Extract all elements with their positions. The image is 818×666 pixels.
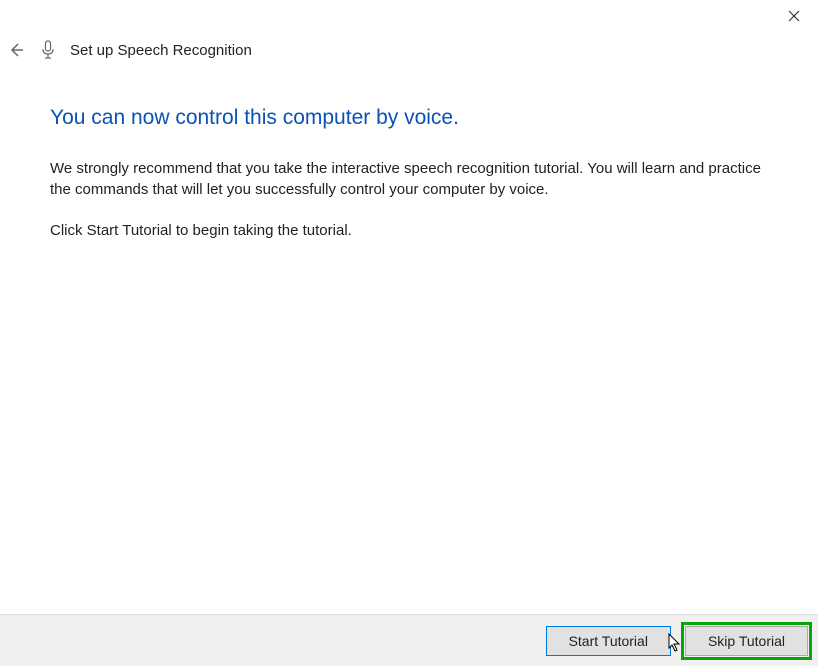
body-paragraph-2: Click Start Tutorial to begin taking the… — [50, 220, 768, 241]
close-button[interactable] — [780, 4, 808, 28]
microphone-icon — [40, 40, 56, 60]
back-arrow-icon — [7, 41, 25, 59]
body-paragraph-1: We strongly recommend that you take the … — [50, 158, 768, 200]
skip-tutorial-button[interactable]: Skip Tutorial — [685, 626, 808, 656]
back-button[interactable] — [6, 40, 26, 60]
footer-bar: Start Tutorial Skip Tutorial — [0, 614, 818, 666]
skip-highlight-box: Skip Tutorial — [681, 622, 812, 660]
start-tutorial-button[interactable]: Start Tutorial — [546, 626, 671, 656]
content-area: You can now control this computer by voi… — [50, 106, 768, 261]
close-icon — [788, 10, 800, 22]
main-heading: You can now control this computer by voi… — [50, 106, 768, 130]
wizard-title: Set up Speech Recognition — [70, 42, 252, 59]
header-row: Set up Speech Recognition — [6, 40, 252, 60]
